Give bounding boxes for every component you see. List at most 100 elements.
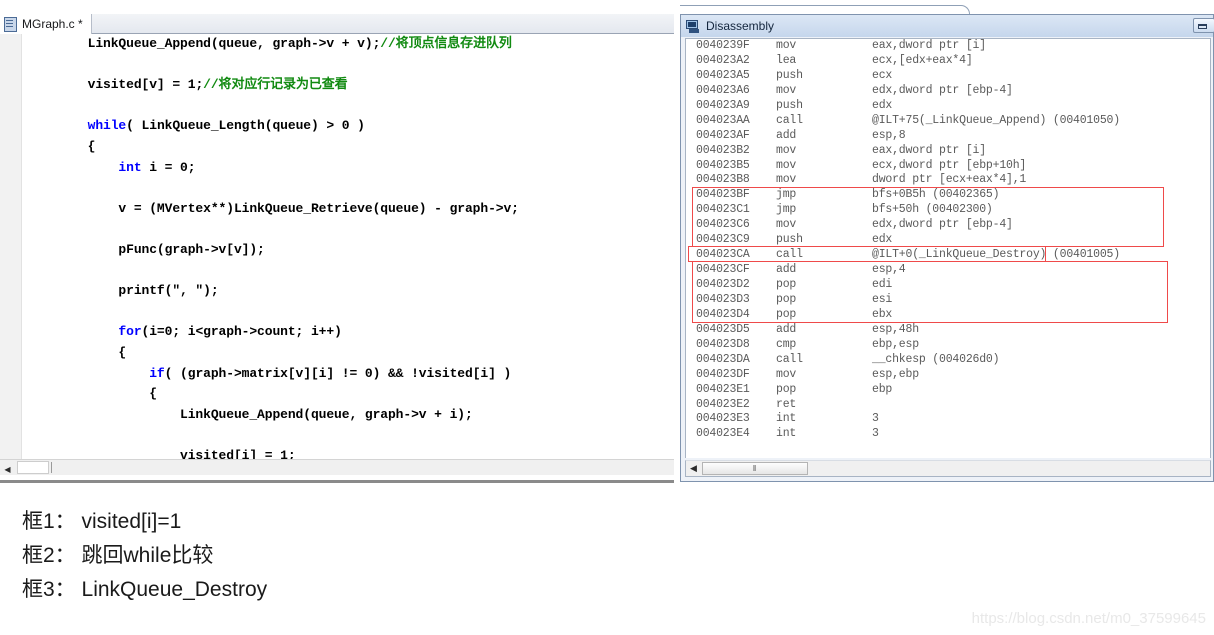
editor-code-area[interactable]: LinkQueue_Append(queue, graph->v + v);//… — [0, 34, 674, 459]
disassembly-operands: ebx — [872, 307, 893, 321]
code-line: { — [118, 344, 127, 360]
disassembly-operands: edx,dword ptr [ebp-4] — [872, 83, 1013, 97]
disassembly-row[interactable]: 004023C9 push edx — [686, 233, 1210, 248]
scroll-left-arrow-icon[interactable]: ◀ — [1, 461, 14, 474]
disassembly-row[interactable]: 004023C6 mov edx,dword ptr [ebp-4] — [686, 218, 1210, 233]
scroll-left-arrow-icon[interactable]: ◀ — [688, 463, 699, 474]
disassembly-row[interactable]: 004023B2 mov eax,dword ptr [i] — [686, 144, 1210, 159]
disassembly-row[interactable]: 004023DF mov esp,ebp — [686, 368, 1210, 383]
disassembly-address: 004023CA — [696, 248, 750, 262]
disassembly-mnemonic: add — [776, 128, 797, 142]
disassembly-rows-container: 0040239F mov eax,dword ptr [i] 004023A2 lea e… — [686, 39, 1210, 442]
disassembly-row[interactable]: 004023A9 push edx — [686, 99, 1210, 114]
disassembly-mnemonic: pop — [776, 292, 797, 306]
disassembly-row[interactable]: 004023AF add esp,8 — [686, 129, 1210, 144]
disassembly-row[interactable]: 004023E1 pop ebp — [686, 383, 1210, 398]
disassembly-operands: ecx,[edx+eax*4] — [872, 53, 973, 67]
disassembly-address: 004023A2 — [696, 53, 750, 67]
editor-bottom-divider — [0, 480, 674, 483]
code-line: int i = 0; — [118, 159, 196, 175]
disassembly-mnemonic: push — [776, 233, 803, 247]
disassembly-row[interactable]: 004023C1 jmp bfs+50h (00402300) — [686, 203, 1210, 218]
disassembly-mnemonic: jmp — [776, 203, 797, 217]
disassembly-address: 004023D5 — [696, 322, 750, 336]
disassembly-mnemonic: pop — [776, 307, 797, 321]
disassembly-address: 004023D4 — [696, 307, 750, 321]
disassembly-mnemonic: add — [776, 263, 797, 277]
disassembly-operands: esp,8 — [872, 128, 906, 142]
disassembly-row[interactable]: 004023D4 pop ebx — [686, 308, 1210, 323]
editor-scrollbar-thumb[interactable] — [17, 461, 49, 474]
disassembly-address: 004023C1 — [696, 203, 750, 217]
disassembly-row[interactable]: 004023A6 mov edx,dword ptr [ebp-4] — [686, 84, 1210, 99]
disassembly-operands: ebp — [872, 382, 893, 396]
disassembly-row[interactable]: 004023D3 pop esi — [686, 293, 1210, 308]
disassembly-listing[interactable]: 0040239F mov eax,dword ptr [i] 004023A2 lea e… — [685, 38, 1211, 458]
code-line: for(i=0; i<graph->count; i++) — [118, 324, 342, 340]
disassembly-row[interactable]: 004023A2 lea ecx,[edx+eax*4] — [686, 54, 1210, 69]
disassembly-address: 004023AA — [696, 113, 750, 127]
disassembly-operands: edi — [872, 278, 893, 291]
disassembly-scrollbar-thumb[interactable]: ‖ — [702, 462, 808, 475]
disassembly-row[interactable]: 004023DA call __chkesp (004026d0) — [686, 353, 1210, 368]
disassembly-address: 004023E3 — [696, 412, 750, 426]
disassembly-address: 004023E2 — [696, 397, 750, 411]
disassembly-address: 004023B5 — [696, 158, 750, 172]
source-editor-window: MGraph.c * LinkQueue_Append(queue, graph… — [0, 0, 674, 490]
disassembly-address: 004023AF — [696, 128, 750, 142]
disassembly-operands: esp,4 — [872, 263, 906, 277]
disassembly-row[interactable]: 004023CF add esp,4 — [686, 263, 1210, 278]
editor-tab-strip: MGraph.c * — [0, 14, 674, 34]
disassembly-row[interactable]: 004023E3 int 3 — [686, 412, 1210, 427]
disassembly-row[interactable]: 0040239F mov eax,dword ptr [i] — [686, 39, 1210, 54]
source-code-text: LinkQueue_Append(queue, graph->v + v);//… — [26, 34, 519, 459]
disassembly-row[interactable]: 004023E2 ret — [686, 398, 1210, 413]
disassembly-address: 004023B8 — [696, 173, 750, 187]
restore-window-icon[interactable] — [1193, 18, 1214, 33]
disassembly-address: 004023D8 — [696, 337, 750, 351]
disassembly-operands: bfs+0B5h (00402365) — [872, 188, 1000, 202]
disassembly-row[interactable]: 004023B8 mov dword ptr [ecx+eax*4],1 — [686, 173, 1210, 188]
disassembly-operands: ebp,esp — [872, 337, 919, 351]
disassembly-horizontal-scrollbar[interactable]: ◀ ‖ — [685, 460, 1211, 477]
annotation-line-2: 框2： 跳回while比较 — [22, 544, 214, 567]
disassembly-mnemonic: ret — [776, 397, 797, 411]
disassembly-operands: eax,dword ptr [i] — [872, 39, 986, 52]
disassembly-mnemonic: push — [776, 68, 803, 82]
disassembly-mnemonic: mov — [776, 367, 797, 381]
disassembly-address: 004023C6 — [696, 218, 750, 232]
disassembly-row[interactable]: 004023D5 add esp,48h — [686, 323, 1210, 338]
disassembly-title-bar[interactable]: Disassembly — [681, 15, 1214, 37]
disassembly-address: 004023BF — [696, 188, 750, 202]
disassembly-operands: eax,dword ptr [i] — [872, 143, 986, 157]
disassembly-operands: esp,ebp — [872, 367, 919, 381]
disassembly-row[interactable]: 004023A5 push ecx — [686, 69, 1210, 84]
disassembly-operands: 3 — [872, 427, 879, 441]
disassembly-row[interactable]: 004023D2 pop edi — [686, 278, 1210, 293]
disassembly-mnemonic: mov — [776, 83, 797, 97]
disassembly-operands: 3 — [872, 412, 879, 426]
code-line: { — [149, 386, 157, 402]
editor-horizontal-scrollbar[interactable]: ◀ — [0, 459, 674, 475]
editor-tab-label: MGraph.c * — [22, 17, 83, 31]
code-line: LinkQueue_Append(queue, graph->v + i); — [180, 406, 473, 422]
editor-gutter — [0, 34, 22, 459]
disassembly-operands: dword ptr [ecx+eax*4],1 — [872, 173, 1027, 187]
disassembly-operands: ecx — [872, 68, 893, 82]
disassembly-row[interactable]: 004023AA call @ILT+75(_LinkQueue_Append) (… — [686, 114, 1210, 129]
disassembly-operands: __chkesp (004026d0) — [872, 352, 1000, 366]
code-line: visited[v] = 1;//将对应行记录为已查看 — [87, 77, 348, 93]
disassembly-row[interactable]: 004023E4 int 3 — [686, 427, 1210, 442]
editor-tab-mgraph-c[interactable]: MGraph.c * — [0, 14, 92, 34]
code-line: { — [87, 138, 96, 154]
disassembly-row[interactable]: 004023BF jmp bfs+0B5h (00402365) — [686, 188, 1210, 203]
editor-scrollbar-tick — [51, 462, 52, 473]
disassembly-mnemonic: mov — [776, 143, 797, 157]
disassembly-address: 004023D2 — [696, 278, 750, 291]
disassembly-mnemonic: pop — [776, 382, 797, 396]
annotation-list: 框1： visited[i]=1 框2： 跳回while比较 框3： LinkQ… — [22, 505, 722, 607]
disassembly-row[interactable]: 004023D8 cmp ebp,esp — [686, 338, 1210, 353]
disassembly-row[interactable]: 004023B5 mov ecx,dword ptr [ebp+10h] — [686, 159, 1210, 174]
code-line: v = (MVertex**)LinkQueue_Retrieve(queue)… — [118, 200, 519, 216]
disassembly-row[interactable]: 004023CA call @ILT+0(_LinkQueue_Destroy) (… — [686, 248, 1210, 263]
